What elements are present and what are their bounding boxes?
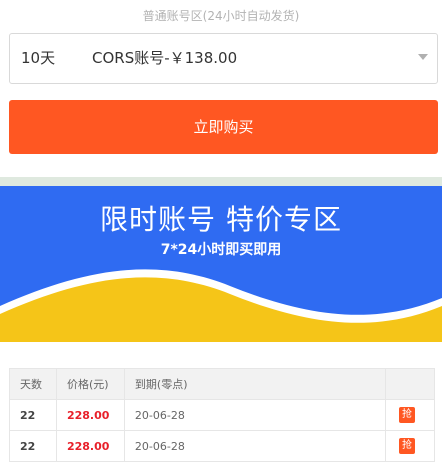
table-header-row: 天数 价格(元) 到期(零点): [9, 368, 435, 400]
row-expire: 20-06-28: [123, 399, 387, 431]
grab-button[interactable]: 抢: [399, 407, 416, 423]
selected-days: 10天: [21, 49, 56, 67]
row-action-cell: 抢: [385, 399, 435, 431]
grab-button[interactable]: 抢: [399, 438, 416, 454]
section-header: 普通账号区(24小时自动发货): [142, 9, 300, 23]
row-price: 228.00: [55, 399, 125, 431]
row-price: 228.00: [55, 430, 125, 462]
row-days: 22: [9, 430, 57, 462]
table-row: 22 228.00 20-06-28 抢: [9, 399, 435, 431]
row-days: 22: [9, 399, 57, 431]
buy-now-button[interactable]: 立即购买: [9, 100, 438, 154]
banner-subtitle: 7*24小时即买即用: [160, 242, 282, 258]
row-expire: 20-06-28: [123, 430, 387, 462]
divider: [0, 177, 442, 186]
header-price: 价格(元): [55, 368, 125, 400]
header-expire: 到期(零点): [123, 368, 387, 400]
table-row: 22 228.00 20-06-28 抢: [9, 430, 435, 462]
promo-banner: 限时账号 特价专区 7*24小时即买即用: [0, 186, 442, 342]
price-table: 天数 价格(元) 到期(零点) 22 228.00 20-06-28 抢 22 …: [9, 368, 435, 462]
banner-title: 限时账号 特价专区: [100, 203, 342, 236]
product-select[interactable]: 10天 CORS账号-￥138.00: [9, 33, 438, 84]
header-days: 天数: [9, 368, 57, 400]
chevron-down-icon: [418, 54, 428, 60]
header-action: [385, 368, 435, 400]
row-action-cell: 抢: [385, 430, 435, 462]
selected-product: CORS账号-￥138.00: [92, 49, 238, 67]
